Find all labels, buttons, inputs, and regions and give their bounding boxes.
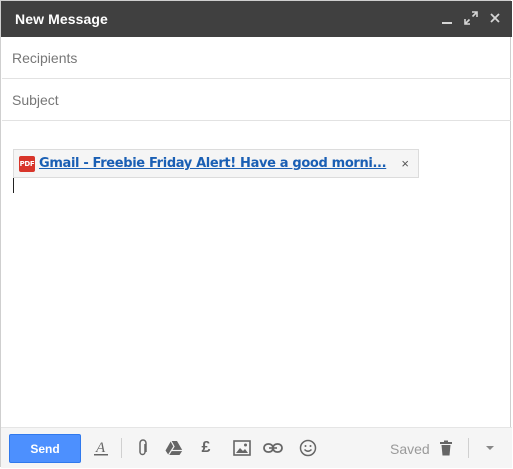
compose-title: New Message <box>15 11 108 27</box>
close-icon[interactable] <box>487 9 503 27</box>
remove-attachment-button[interactable]: × <box>401 156 409 171</box>
toolbar-divider <box>468 438 469 458</box>
drive-icon[interactable] <box>164 438 184 458</box>
attachment-link[interactable]: Gmail - Freebie Friday Alert! Have a goo… <box>39 156 387 171</box>
compose-titlebar[interactable]: New Message <box>1 1 512 37</box>
attach-icon[interactable] <box>133 438 153 458</box>
recipients-input[interactable] <box>2 37 511 78</box>
save-status: Saved <box>390 441 430 457</box>
minimize-icon[interactable] <box>439 9 455 27</box>
compose-window: New Message Recipients Subject PDF Gmail… <box>0 0 512 468</box>
toolbar-divider <box>121 438 122 458</box>
text-cursor <box>13 178 14 193</box>
send-button[interactable]: Send <box>9 434 81 463</box>
emoji-icon[interactable] <box>298 438 318 458</box>
more-options-icon[interactable] <box>480 438 500 458</box>
subject-input[interactable] <box>2 79 511 120</box>
formatting-icon[interactable]: A <box>91 438 111 458</box>
trash-icon[interactable] <box>436 438 456 458</box>
link-icon[interactable] <box>263 438 283 458</box>
expand-icon[interactable] <box>463 9 479 27</box>
compose-toolbar: Send A £ Saved <box>1 427 512 468</box>
photo-icon[interactable] <box>232 438 252 458</box>
attachment-chip[interactable]: PDF Gmail - Freebie Friday Alert! Have a… <box>13 149 419 178</box>
svg-text:A: A <box>95 440 106 456</box>
subject-field[interactable]: Subject <box>2 79 511 121</box>
pdf-icon: PDF <box>19 156 35 172</box>
recipients-field[interactable]: Recipients <box>2 37 511 79</box>
money-icon[interactable]: £ <box>196 438 216 458</box>
